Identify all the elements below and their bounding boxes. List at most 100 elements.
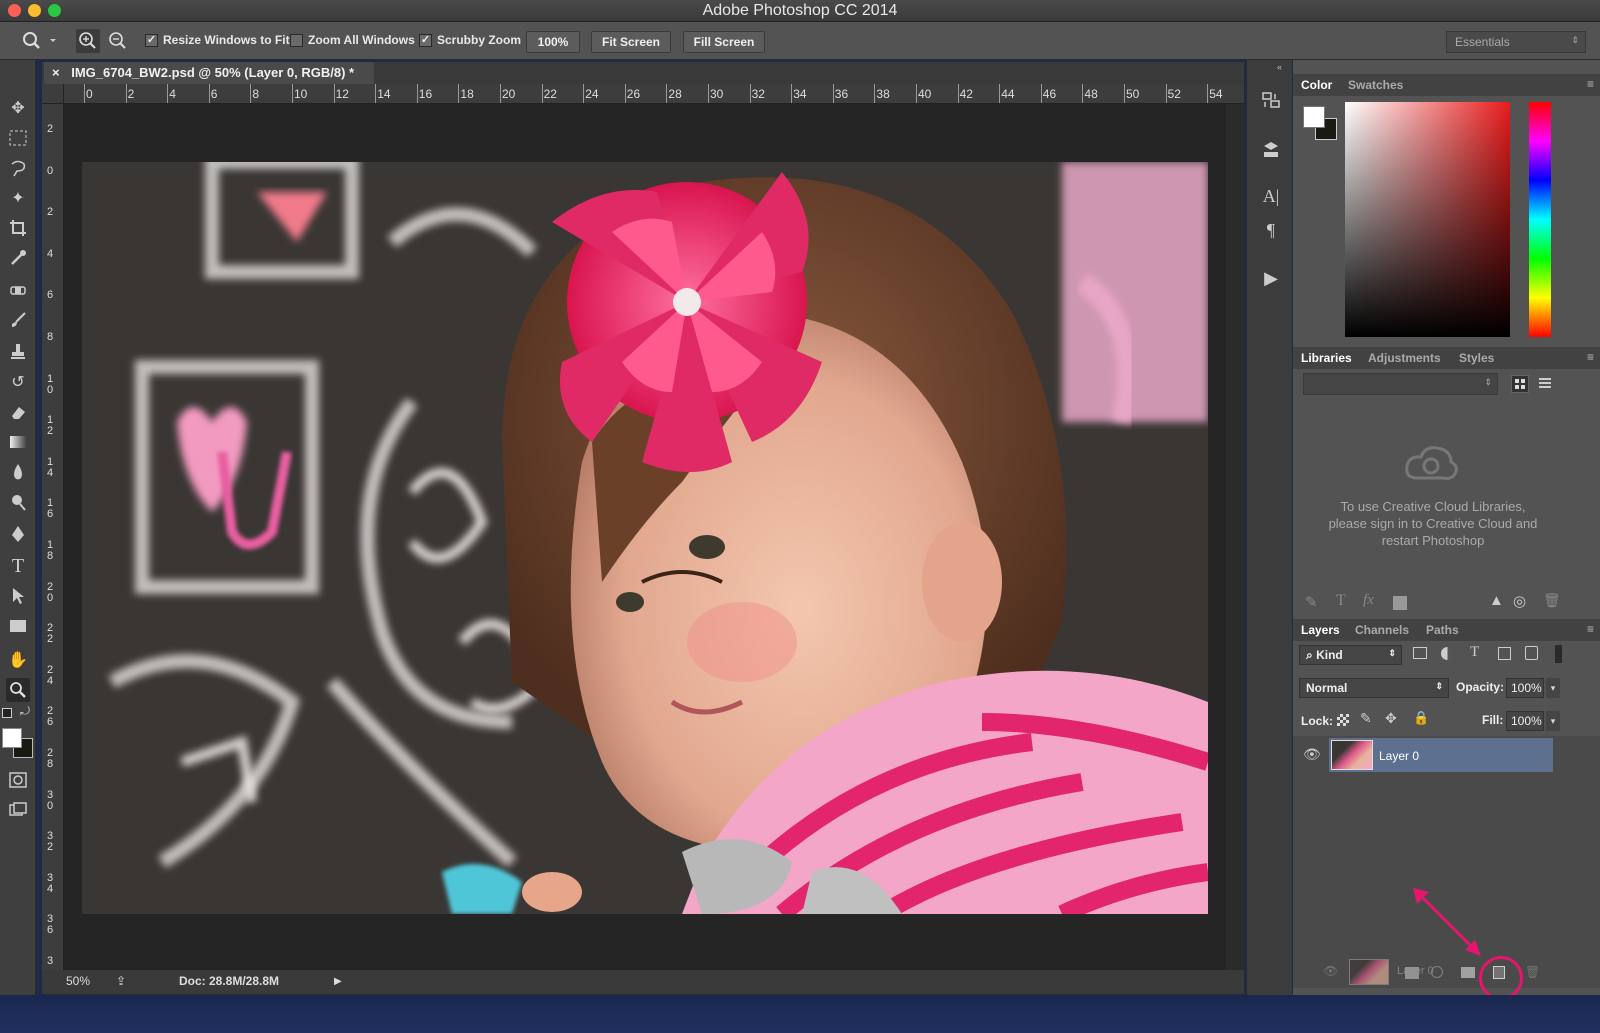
blur-tool-icon[interactable] — [6, 460, 30, 484]
history-panel-icon[interactable] — [1259, 88, 1283, 112]
fit-screen-button[interactable]: Fit Screen — [591, 31, 671, 53]
gradient-tool-icon[interactable] — [6, 430, 30, 454]
workspace-switcher[interactable]: Essentials ⇕ — [1446, 31, 1586, 53]
ruler-origin[interactable] — [42, 84, 64, 104]
tab-paths[interactable]: Paths — [1426, 623, 1459, 637]
list-view-icon[interactable] — [1537, 375, 1555, 393]
panel-menu-icon[interactable]: ≡ — [1587, 622, 1594, 636]
dodge-tool-icon[interactable] — [6, 490, 30, 514]
opacity-input[interactable]: 100% — [1506, 678, 1544, 698]
grid-view-icon[interactable] — [1511, 375, 1529, 393]
add-text-style-icon[interactable]: T — [1336, 592, 1346, 610]
lock-all-icon[interactable]: 🔒 — [1413, 710, 1429, 726]
export-icon[interactable]: ⇪ — [116, 974, 126, 988]
checkmark-icon: ✓ — [419, 33, 432, 47]
tab-channels[interactable]: Channels — [1355, 623, 1409, 637]
tab-styles[interactable]: Styles — [1459, 351, 1494, 365]
document-tab[interactable]: × IMG_6704_BW2.psd @ 50% (Layer 0, RGB/8… — [44, 62, 374, 84]
screen-mode-icon[interactable] — [6, 798, 30, 822]
properties-panel-icon[interactable] — [1259, 138, 1283, 162]
fill-dropdown-icon[interactable]: ▾ — [1546, 711, 1560, 731]
filter-shape-icon[interactable] — [1498, 647, 1511, 660]
visibility-eye-icon[interactable]: 👁 — [1303, 746, 1321, 763]
quick-mask-icon[interactable] — [6, 768, 30, 792]
resize-windows-checkbox[interactable]: ✓ Resize Windows to Fit — [145, 33, 290, 47]
tab-layers[interactable]: Layers — [1301, 623, 1340, 637]
document-image[interactable] — [82, 162, 1208, 914]
layer-filter-select[interactable]: ⌕ Kind ⇕ — [1299, 645, 1402, 665]
type-tool-icon[interactable]: T — [6, 554, 30, 578]
layer-thumbnail[interactable] — [1331, 740, 1373, 770]
ruler-tick-mark — [375, 84, 377, 103]
color-field[interactable] — [1345, 102, 1510, 337]
horizontal-ruler[interactable]: 0 2 4 6 8 10 12 14 16 18 20 22 24 26 28 30 32 34 36 38 40 42 4… — [64, 84, 1244, 104]
cc-sync-icon[interactable]: ◎ — [1513, 592, 1526, 610]
zoom-100-button[interactable]: 100% — [526, 31, 580, 53]
pen-tool-icon[interactable] — [6, 522, 30, 546]
healing-brush-tool-icon[interactable] — [6, 278, 30, 302]
eyedropper-tool-icon[interactable] — [6, 246, 30, 270]
library-select[interactable]: ⇕ — [1303, 373, 1498, 395]
swap-colors-icon[interactable]: ⤾ — [20, 704, 30, 719]
status-menu-arrow-icon[interactable]: ▶ — [334, 976, 342, 987]
ruler-tick-mark — [84, 84, 85, 103]
tab-color[interactable]: Color — [1301, 78, 1332, 92]
ruler-tick-label: 6 — [46, 289, 54, 302]
new-group-icon[interactable] — [1461, 967, 1475, 978]
collapse-dock-icon[interactable]: « — [1277, 62, 1282, 72]
add-graphic-icon[interactable]: ✎ — [1305, 593, 1318, 611]
eraser-tool-icon[interactable] — [6, 400, 30, 424]
layer-name[interactable]: Layer 0 — [1379, 749, 1419, 763]
history-brush-tool-icon[interactable]: ↺ — [6, 370, 30, 394]
fill-input[interactable]: 100% — [1506, 711, 1544, 731]
zoom-tool-preset-icon[interactable] — [20, 30, 60, 52]
crop-tool-icon[interactable] — [6, 216, 30, 240]
filter-type-icon[interactable]: T — [1470, 644, 1479, 661]
delete-layer-icon[interactable]: 🗑 — [1525, 965, 1540, 979]
lock-image-icon[interactable]: ✎ — [1360, 710, 1372, 727]
default-colors-icon[interactable] — [2, 708, 12, 718]
filter-adjustment-icon[interactable] — [1441, 647, 1454, 660]
vertical-ruler[interactable]: 2 0 2 4 6 8 1 0 1 2 1 4 1 6 1 8 2 0 2 2 2 4 2 6 2 8 3 0 3… — [42, 104, 64, 975]
panel-menu-icon[interactable]: ≡ — [1587, 350, 1594, 364]
filter-smart-object-icon[interactable] — [1525, 646, 1538, 660]
magic-wand-tool-icon[interactable]: ✦ — [6, 186, 30, 210]
tab-libraries[interactable]: Libraries — [1301, 351, 1352, 365]
fill-screen-button[interactable]: Fill Screen — [683, 31, 765, 53]
filter-pixel-icon[interactable] — [1413, 647, 1427, 659]
fg-color-chip[interactable] — [1303, 106, 1325, 128]
tab-adjustments[interactable]: Adjustments — [1368, 351, 1441, 365]
blend-mode-select[interactable]: Normal ⇕ — [1299, 678, 1449, 698]
zoom-out-icon[interactable] — [106, 29, 130, 53]
paragraph-panel-icon[interactable]: ¶ — [1259, 218, 1283, 242]
marquee-tool-icon[interactable] — [6, 126, 30, 150]
hand-tool-icon[interactable]: ✋ — [6, 648, 30, 672]
path-selection-tool-icon[interactable] — [6, 584, 30, 608]
lock-position-icon[interactable]: ✥ — [1385, 710, 1397, 727]
brush-tool-icon[interactable] — [6, 308, 30, 332]
tab-swatches[interactable]: Swatches — [1348, 78, 1403, 92]
lasso-tool-icon[interactable] — [6, 156, 30, 180]
zoom-in-icon[interactable] — [76, 29, 100, 53]
rectangle-tool-icon[interactable] — [6, 614, 30, 638]
foreground-color-swatch[interactable] — [2, 728, 22, 748]
add-mask-icon[interactable] — [1405, 967, 1419, 979]
clone-stamp-tool-icon[interactable] — [6, 340, 30, 364]
adjustment-layer-icon[interactable] — [1431, 966, 1443, 978]
panel-menu-icon[interactable]: ≡ — [1587, 77, 1594, 91]
close-tab-icon[interactable]: × — [52, 65, 60, 80]
character-panel-icon[interactable]: A| — [1259, 184, 1283, 208]
trash-icon[interactable]: 🗑 — [1543, 592, 1561, 609]
actions-play-icon[interactable]: ▶ — [1259, 266, 1283, 290]
move-tool-icon[interactable]: ✥ — [6, 96, 30, 120]
add-color-icon[interactable] — [1393, 596, 1407, 610]
opacity-dropdown-icon[interactable]: ▾ — [1546, 678, 1560, 698]
filter-toggle-switch[interactable] — [1555, 645, 1562, 663]
zoom-all-windows-checkbox[interactable]: Zoom All Windows — [290, 33, 415, 47]
scrubby-zoom-checkbox[interactable]: ✓ Scrubby Zoom — [419, 33, 521, 47]
zoom-tool-icon[interactable] — [6, 678, 30, 702]
add-layer-style-icon[interactable]: fx — [1363, 592, 1374, 609]
zoom-level[interactable]: 50% — [66, 974, 90, 988]
hue-slider[interactable] — [1529, 102, 1551, 337]
lock-transparent-icon[interactable] — [1337, 714, 1349, 726]
